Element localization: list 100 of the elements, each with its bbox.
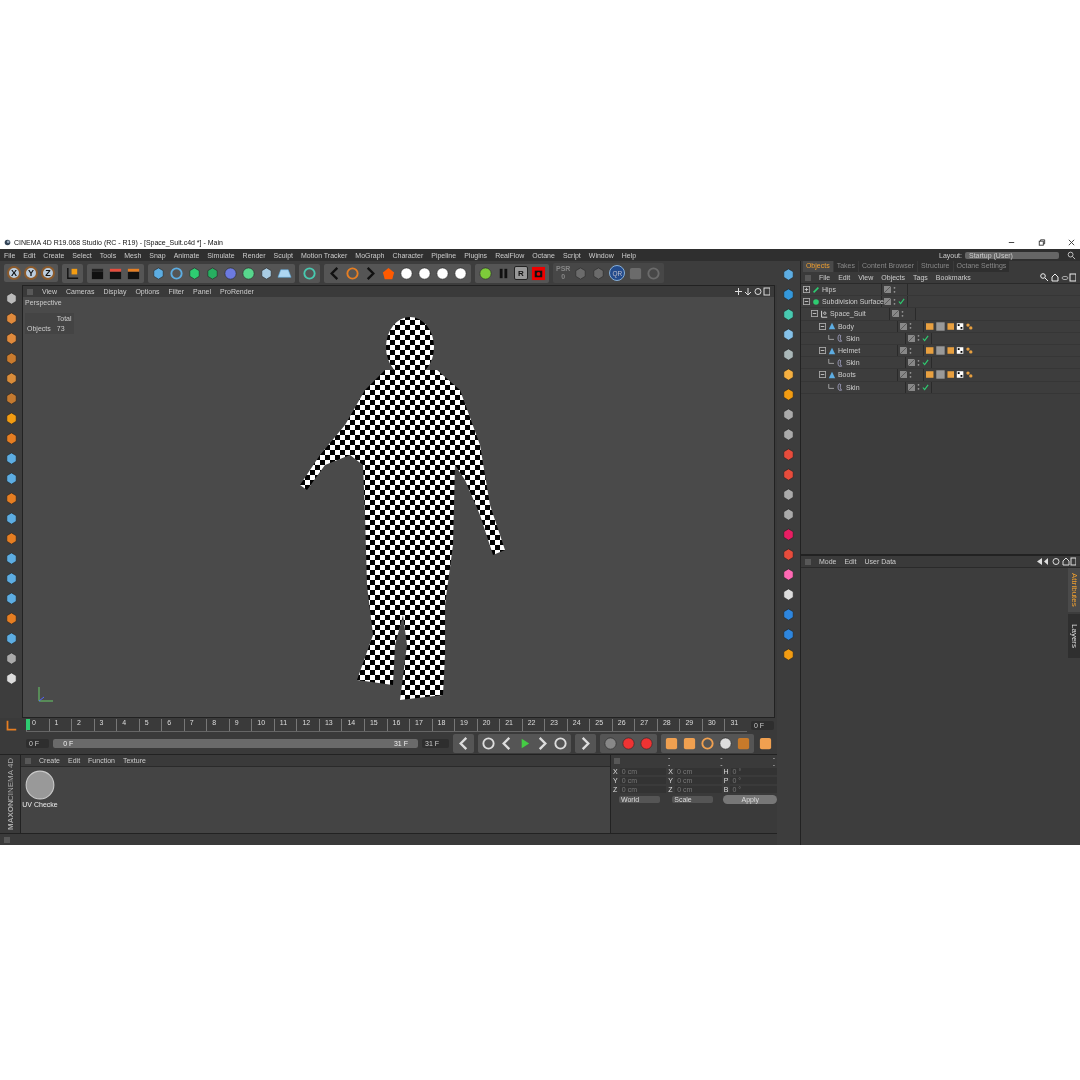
grip-icon[interactable] <box>804 274 811 281</box>
circle-icon[interactable] <box>417 265 432 281</box>
skin-icon <box>835 358 844 367</box>
circle-icon[interactable] <box>399 265 414 281</box>
tool-icon[interactable] <box>3 631 19 646</box>
grip-icon[interactable] <box>804 558 811 565</box>
tool-icon[interactable] <box>3 411 19 426</box>
layer-swatch-icon[interactable] <box>907 334 915 342</box>
tree-branch-line <box>826 334 834 342</box>
tree-branch-line <box>826 383 834 391</box>
axis-lock-button[interactable]: Z <box>41 266 55 280</box>
tool-icon[interactable] <box>3 431 19 446</box>
visibility-dots-icon[interactable] <box>916 383 920 392</box>
collapse-toggle[interactable] <box>802 298 810 306</box>
coordinate-system-icon[interactable] <box>65 265 80 281</box>
search-icon[interactable] <box>1067 250 1076 260</box>
cube-icon[interactable] <box>187 265 202 281</box>
tool-icon[interactable] <box>780 327 796 342</box>
tool-icon[interactable] <box>3 471 19 486</box>
layer-swatch-icon[interactable] <box>899 347 907 355</box>
skin-icon <box>835 383 844 392</box>
layer-swatch-icon[interactable] <box>883 298 891 306</box>
shapes-icon[interactable] <box>259 265 274 281</box>
tool-icon[interactable] <box>3 371 19 386</box>
visibility-dots-icon[interactable] <box>908 322 912 331</box>
tool-icon[interactable] <box>3 591 19 606</box>
triangle-mesh-icon <box>827 346 836 355</box>
axis-lock-button[interactable]: Y <box>24 266 38 280</box>
visibility-dots-icon[interactable] <box>908 346 912 355</box>
collapse-toggle[interactable] <box>810 310 818 318</box>
tool-icon[interactable] <box>3 311 19 326</box>
tool-icon[interactable] <box>3 511 19 526</box>
circle-icon[interactable] <box>453 265 468 281</box>
tool-icon[interactable] <box>780 387 796 402</box>
visibility-dots-icon[interactable] <box>892 285 896 294</box>
tool-icon[interactable] <box>780 287 796 302</box>
check-icon[interactable] <box>921 359 929 367</box>
layer-swatch-icon[interactable] <box>883 286 891 294</box>
check-icon[interactable] <box>897 298 905 306</box>
cubes-icon[interactable] <box>205 265 220 281</box>
material-ball-icon <box>24 769 56 801</box>
layer-swatch-icon[interactable] <box>907 359 915 367</box>
collapse-toggle[interactable] <box>818 322 826 330</box>
tool-icon[interactable] <box>3 391 19 406</box>
maximize-icon[interactable] <box>1037 238 1046 247</box>
tool-icon[interactable] <box>780 307 796 322</box>
layer-swatch-icon[interactable] <box>891 310 899 318</box>
render-region-button[interactable]: R <box>514 266 528 280</box>
tool-icon[interactable] <box>3 551 19 566</box>
panel-tools-icon[interactable] <box>1040 273 1076 282</box>
tool-icon[interactable] <box>3 671 19 686</box>
tool-icon[interactable] <box>780 267 796 282</box>
ring-icon[interactable] <box>169 265 184 281</box>
navigation-arrows-icon[interactable] <box>1036 557 1076 566</box>
null-object-icon <box>819 309 828 318</box>
close-icon[interactable] <box>1067 238 1076 247</box>
grip-icon[interactable] <box>4 836 10 843</box>
camera-icon[interactable] <box>531 265 546 281</box>
check-icon[interactable] <box>921 334 929 342</box>
collapse-toggle[interactable] <box>818 347 826 355</box>
app-logo-icon <box>4 239 11 246</box>
tool-icon[interactable] <box>780 567 796 582</box>
tool-icon[interactable] <box>3 571 19 586</box>
visibility-dots-icon[interactable] <box>900 309 904 318</box>
visibility-dots-icon[interactable] <box>916 334 920 343</box>
tool-icon[interactable] <box>3 491 19 506</box>
navigation-icons[interactable] <box>734 287 770 296</box>
bone-icon <box>811 285 820 294</box>
tool-icon[interactable] <box>3 351 19 366</box>
triangle-mesh-icon <box>827 370 836 379</box>
record-icon[interactable] <box>621 736 636 751</box>
sphere-icon[interactable] <box>223 265 238 281</box>
collapse-toggle[interactable] <box>818 371 826 379</box>
expand-toggle[interactable] <box>802 286 810 294</box>
tool-icon[interactable] <box>3 611 19 626</box>
tool-icon[interactable] <box>3 531 19 546</box>
tool-icon[interactable] <box>780 367 796 382</box>
circle-icon[interactable] <box>435 265 450 281</box>
visibility-dots-icon[interactable] <box>916 358 920 367</box>
visibility-dots-icon[interactable] <box>892 297 896 306</box>
grip-icon[interactable] <box>27 288 33 295</box>
sphere-icon <box>811 297 820 306</box>
axis-tool-icon[interactable] <box>4 718 18 733</box>
visibility-dots-icon[interactable] <box>908 370 912 379</box>
tool-icon[interactable] <box>3 451 19 466</box>
axis-lock-button[interactable]: X <box>7 266 21 280</box>
layer-swatch-icon[interactable] <box>907 383 915 391</box>
layer-swatch-icon[interactable] <box>899 371 907 379</box>
cube-icon[interactable] <box>151 265 166 281</box>
tool-icon[interactable] <box>780 647 796 662</box>
side-tab[interactable]: Layers <box>1068 614 1080 658</box>
triangle-mesh-icon <box>827 322 836 331</box>
side-tab[interactable]: Attributes <box>1068 568 1080 612</box>
layer-swatch-icon[interactable] <box>899 322 907 330</box>
grip-icon[interactable] <box>614 757 620 764</box>
tool-icon[interactable] <box>780 587 796 602</box>
tree-branch-line <box>826 359 834 367</box>
tool-icon[interactable] <box>3 331 19 346</box>
check-icon[interactable] <box>921 383 929 391</box>
grip-icon[interactable] <box>25 757 31 764</box>
